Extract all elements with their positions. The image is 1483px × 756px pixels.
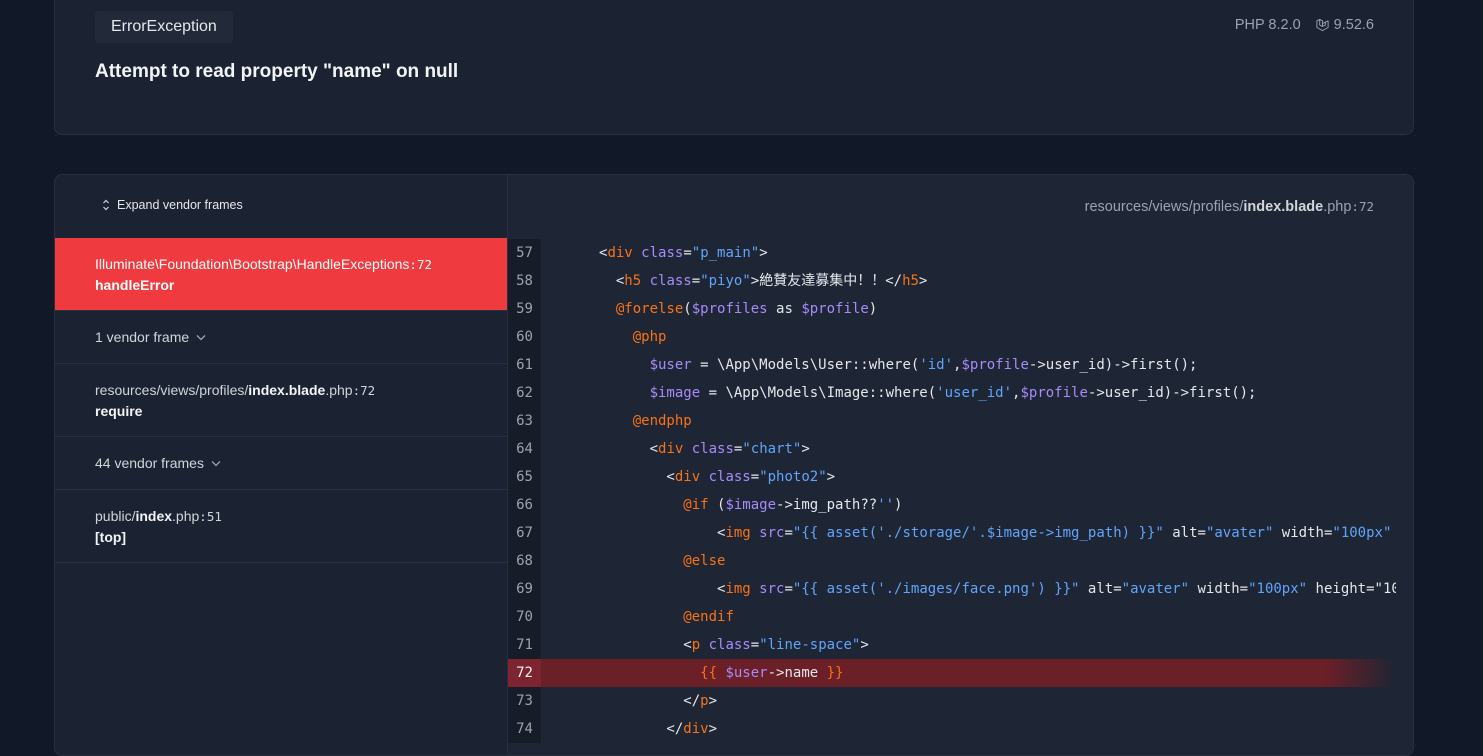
frame-path: Illuminate\Foundation\Bootstrap\HandleEx… <box>95 256 432 272</box>
code-line: 59 @forelse($profiles as $profile) <box>508 295 1396 323</box>
code-line: 71 <p class="line-space"> <box>508 631 1396 659</box>
code-line: 68 @else <box>508 547 1396 575</box>
code-line: 57 <div class="p_main"> <box>508 239 1396 267</box>
frame-function: [top] <box>95 529 127 545</box>
frame-path: public/index.php:51 <box>95 508 222 524</box>
line-number: 61 <box>508 351 541 379</box>
code-line: 58 <h5 class="piyo">絶賛友達募集中！！</h5> <box>508 267 1396 295</box>
stack-frame-active[interactable]: Illuminate\Foundation\Bootstrap\HandleEx… <box>55 238 507 311</box>
code-line: 61 $user = \App\Models\User::where('id',… <box>508 351 1396 379</box>
exception-message: Attempt to read property "name" on null <box>95 61 459 82</box>
line-number: 63 <box>508 407 541 435</box>
code-line: 64 <div class="chart"> <box>508 435 1396 463</box>
line-source: @endif <box>683 609 734 625</box>
line-number: 73 <box>508 687 541 715</box>
line-source: @if ($image->img_path??'') <box>683 497 903 513</box>
laravel-version: 9.52.6 <box>1333 17 1374 33</box>
line-number: 70 <box>508 603 541 631</box>
line-number: 62 <box>508 379 541 407</box>
stack-frame[interactable]: resources/views/profiles/index.blade.php… <box>55 364 507 437</box>
chevron-down-icon <box>211 460 221 466</box>
chevron-up-down-icon <box>103 199 109 211</box>
exception-header: ErrorException PHP 8.2.0 9.52.6 Attempt … <box>54 0 1414 135</box>
expand-vendor-frames-button[interactable]: Expand vendor frames <box>101 198 243 212</box>
line-source: <p class="line-space"> <box>599 637 869 653</box>
code-snippet: 57 <div class="p_main"> 58 <h5 class="piyo… <box>508 239 1396 743</box>
line-number: 67 <box>508 519 541 547</box>
laravel-version-group: 9.52.6 <box>1315 17 1374 33</box>
code-line-highlighted: 72 {{ $user->name }} <box>508 659 1396 687</box>
line-number: 64 <box>508 435 541 463</box>
code-line: 69 <img src="{{ asset('./images/face.png… <box>508 575 1396 603</box>
code-line: 67 <img src="{{ asset('./storage/'.$imag… <box>508 519 1396 547</box>
vendor-frames-toggle[interactable]: 1 vendor frame <box>55 311 507 364</box>
exception-class-badge: ErrorException <box>95 11 233 43</box>
code-line: 66 @if ($image->img_path??'') <box>508 491 1396 519</box>
vendor-frames-label: 1 vendor frame <box>95 329 190 345</box>
php-version: PHP 8.2.0 <box>1234 17 1301 33</box>
line-number: 69 <box>508 575 541 603</box>
chevron-down-icon <box>196 334 206 340</box>
line-source: <img src="{{ asset('./images/face.png') … <box>599 581 1396 597</box>
line-number: 57 <box>508 239 541 267</box>
line-source: <h5 class="piyo">絶賛友達募集中！！</h5> <box>599 273 928 289</box>
line-number: 59 <box>508 295 541 323</box>
line-number: 72 <box>508 659 541 687</box>
version-info: PHP 8.2.0 9.52.6 <box>1235 17 1374 33</box>
expand-vendor-frames-label: Expand vendor frames <box>117 198 243 212</box>
vendor-frames-label: 44 vendor frames <box>95 455 204 471</box>
frames-panel: Expand vendor frames Illuminate\Foundati… <box>55 175 508 755</box>
line-source: <div class="photo2"> <box>599 469 836 485</box>
line-number: 65 <box>508 463 541 491</box>
code-line: 63 @endphp <box>508 407 1396 435</box>
line-source: @else <box>683 553 726 569</box>
code-file-path[interactable]: resources/views/profiles/index.blade.php… <box>1085 199 1374 215</box>
stack-trace-card: Expand vendor frames Illuminate\Foundati… <box>54 174 1414 756</box>
line-source: $image = \App\Models\Image::where('user_… <box>649 385 1257 401</box>
line-source: <div class="p_main"> <box>599 245 768 261</box>
code-panel: resources/views/profiles/index.blade.php… <box>508 175 1413 755</box>
frame-path: resources/views/profiles/index.blade.php… <box>95 382 376 398</box>
line-source: </p> <box>599 693 718 709</box>
stack-frame[interactable]: public/index.php:51 [top] <box>55 490 507 563</box>
line-number: 58 <box>508 267 541 295</box>
code-line: 62 $image = \App\Models\Image::where('us… <box>508 379 1396 407</box>
frame-function: require <box>95 403 143 419</box>
line-source: @php <box>632 329 667 345</box>
code-line: 60 @php <box>508 323 1396 351</box>
line-source: @endphp <box>632 413 692 429</box>
line-source: <img src="{{ asset('./storage/'.$image->… <box>599 525 1392 541</box>
line-number: 68 <box>508 547 541 575</box>
vendor-frames-toggle[interactable]: 44 vendor frames <box>55 437 507 490</box>
frame-function: handleError <box>95 277 175 293</box>
code-line: 65 <div class="photo2"> <box>508 463 1396 491</box>
code-line: 70 @endif <box>508 603 1396 631</box>
line-number: 66 <box>508 491 541 519</box>
line-source: @forelse($profiles as $profile) <box>615 301 878 317</box>
line-number: 60 <box>508 323 541 351</box>
line-source: $user = \App\Models\User::where('id',$pr… <box>649 357 1198 373</box>
code-line: 73 </p> <box>508 687 1396 715</box>
line-source: <div class="chart"> <box>599 441 810 457</box>
line-number: 71 <box>508 631 541 659</box>
laravel-icon <box>1316 18 1329 31</box>
line-source: {{ $user->name }} <box>700 665 844 681</box>
